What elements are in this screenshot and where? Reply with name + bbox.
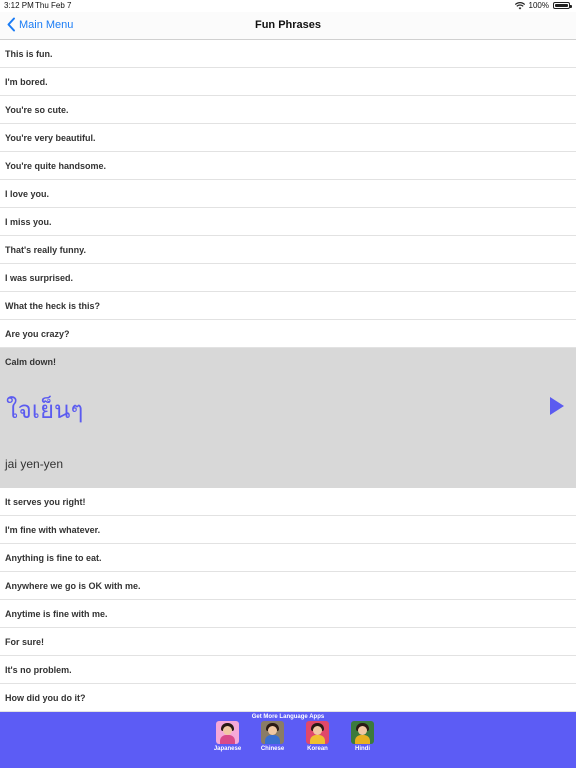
korean-app-icon — [306, 721, 329, 744]
phrase-text: Anytime is fine with me. — [5, 608, 108, 619]
phrase-text: You're quite handsome. — [5, 160, 106, 171]
phrase-row[interactable]: What the heck is this? — [0, 292, 576, 320]
phrase-row[interactable]: Anything is fine to eat. — [0, 544, 576, 572]
phrase-text: You're very beautiful. — [5, 132, 96, 143]
app-label: Chinese — [260, 746, 285, 752]
battery-icon — [553, 2, 572, 9]
page-title: Fun Phrases — [254, 19, 322, 31]
expanded-phrase-thai: ใจเย็นๆ — [6, 397, 84, 424]
app-link-chinese[interactable]: Chinese — [250, 721, 295, 752]
battery-percent: 100% — [528, 1, 549, 10]
phrase-text: That's really funny. — [5, 244, 86, 255]
phrase-text: It's no problem. — [5, 664, 72, 675]
japanese-app-icon — [216, 721, 239, 744]
phrase-text: Are you crazy? — [5, 328, 70, 339]
phrase-text: I'm bored. — [5, 76, 48, 87]
app-label: Japanese — [213, 746, 242, 752]
play-icon[interactable] — [550, 397, 564, 415]
wifi-icon — [514, 1, 525, 9]
phrase-text: For sure! — [5, 636, 45, 647]
app-label: Korean — [307, 746, 328, 752]
phrase-row[interactable]: It's no problem. — [0, 656, 576, 684]
phrase-text: I'm fine with whatever. — [5, 524, 101, 535]
phrase-row-expanded[interactable]: Calm down! ใจเย็นๆ jai yen-yen — [0, 348, 576, 488]
app-link-korean[interactable]: Korean — [295, 721, 340, 752]
more-apps-footer: Get More Language Apps Japanese Chinese Ko… — [0, 712, 576, 768]
phrase-row[interactable]: For sure! — [0, 628, 576, 656]
phrase-row[interactable]: You're quite handsome. — [0, 152, 576, 180]
app-links: Japanese Chinese Korean Hindi — [205, 721, 385, 752]
phrase-text: What the heck is this? — [5, 300, 101, 311]
phrase-row[interactable]: How did you do it? — [0, 684, 576, 712]
promo-text: Get More Language Apps — [251, 714, 325, 720]
app-link-japanese[interactable]: Japanese — [205, 721, 250, 752]
expanded-phrase-romanized: jai yen-yen — [5, 457, 64, 471]
phrase-row[interactable]: That's really funny. — [0, 236, 576, 264]
phrase-row[interactable]: You're very beautiful. — [0, 124, 576, 152]
phrase-text: Anywhere we go is OK with me. — [5, 580, 141, 591]
phrase-row[interactable]: Are you crazy? — [0, 320, 576, 348]
phrase-list: This is fun. I'm bored. You're so cute. You… — [0, 40, 576, 712]
phrase-text: This is fun. — [5, 48, 53, 59]
phrase-row[interactable]: This is fun. — [0, 40, 576, 68]
phrase-text: I love you. — [5, 188, 50, 199]
phrase-row[interactable]: Anywhere we go is OK with me. — [0, 572, 576, 600]
phrase-row[interactable]: I'm bored. — [0, 68, 576, 96]
hindi-app-icon — [351, 721, 374, 744]
phrase-row[interactable]: I was surprised. — [0, 264, 576, 292]
status-bar: 3:12 PM Thu Feb 7 100% — [0, 0, 576, 12]
phrase-text: How did you do it? — [5, 692, 86, 703]
phrase-row[interactable]: You're so cute. — [0, 96, 576, 124]
phrase-text: You're so cute. — [5, 104, 69, 115]
navigation-bar: Main Menu Fun Phrases — [0, 12, 576, 40]
chinese-app-icon — [261, 721, 284, 744]
status-right: 100% — [514, 1, 572, 10]
phrase-row[interactable]: I love you. — [0, 180, 576, 208]
phrase-row[interactable]: It serves you right! — [0, 488, 576, 516]
phrase-text: I miss you. — [5, 216, 52, 227]
phrase-row[interactable]: Anytime is fine with me. — [0, 600, 576, 628]
phrase-row[interactable]: I'm fine with whatever. — [0, 516, 576, 544]
app-link-hindi[interactable]: Hindi — [340, 721, 385, 752]
phrase-text: I was surprised. — [5, 272, 74, 283]
status-time: 3:12 PM — [4, 1, 34, 10]
status-date: Thu Feb 7 — [35, 1, 72, 10]
app-label: Hindi — [355, 746, 370, 752]
phrase-row[interactable]: I miss you. — [0, 208, 576, 236]
phrase-text: Anything is fine to eat. — [5, 552, 102, 563]
phrase-text: It serves you right! — [5, 496, 86, 507]
expanded-phrase-english: Calm down! — [5, 357, 56, 367]
